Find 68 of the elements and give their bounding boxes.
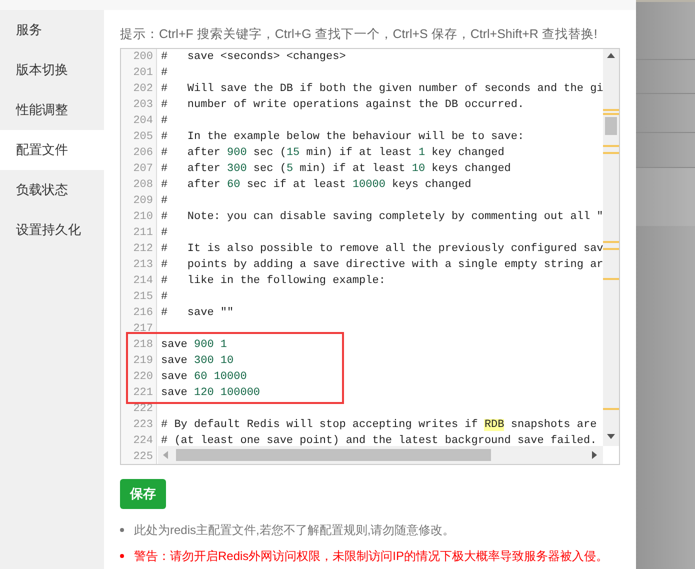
line-number: 207 — [132, 162, 153, 177]
code-line: # after 900 sec (15 min) if at least 1 key changed — [161, 146, 504, 161]
code-line: # By default Redis will stop accepting writes if RDB snapshots are — [161, 418, 597, 433]
bullet-icon — [120, 528, 124, 532]
sidebar-item[interactable]: 负载状态 — [0, 170, 104, 210]
line-number: 205 — [132, 130, 153, 145]
code-line: # Note: you can disable saving completely by commenting out all " — [161, 210, 603, 225]
code-line: save 300 10 — [161, 354, 234, 369]
code-line: # — [161, 194, 168, 209]
right-arrow-icon[interactable] — [592, 451, 597, 459]
code-line: # save <seconds> <changes> — [161, 50, 346, 65]
up-arrow-icon[interactable] — [607, 53, 615, 58]
line-number: 203 — [132, 98, 153, 113]
sidebar-item[interactable]: 性能调整 — [0, 90, 104, 130]
line-number: 215 — [132, 290, 153, 305]
line-number: 220 — [132, 370, 153, 385]
line-number: 219 — [132, 354, 153, 369]
line-number: 221 — [132, 386, 153, 401]
line-number: 213 — [132, 258, 153, 273]
code-line: # number of write operations against the DB occurred. — [161, 98, 524, 113]
line-number: 223 — [132, 418, 153, 433]
scrollbar-thumb[interactable] — [176, 449, 491, 461]
code-line: save 60 10000 — [161, 370, 247, 385]
code-line: # — [161, 114, 168, 129]
line-number: 206 — [132, 146, 153, 161]
code-line: # — [161, 290, 168, 305]
line-number: 214 — [132, 274, 153, 289]
code-line: save 120 100000 — [161, 386, 260, 401]
code-line: # — [161, 66, 168, 81]
code-line: # after 300 sec (5 min) if at least 10 keys changed — [161, 162, 511, 177]
warning-text: 警告：请勿开启Redis外网访问权限，未限制访问IP的情况下极大概率导致服务器被入侵。 — [134, 548, 608, 565]
line-number: 216 — [132, 306, 153, 321]
line-number: 225 — [132, 450, 153, 464]
vertical-scrollbar[interactable] — [603, 49, 619, 446]
horizontal-scrollbar[interactable] — [158, 446, 603, 464]
scrollbar-thumb[interactable] — [605, 117, 617, 135]
left-arrow-icon[interactable] — [163, 451, 168, 459]
line-number: 201 — [132, 66, 153, 81]
code-line: # save "" — [161, 306, 234, 321]
code-line: # — [161, 226, 168, 241]
line-number: 200 — [132, 50, 153, 65]
line-number: 204 — [132, 114, 153, 129]
code-line: # It is also possible to remove all the previously configured sav — [161, 242, 603, 257]
code-line: # like in the following example: — [161, 274, 386, 289]
code-line: # Will save the DB if both the given number of seconds and the gi — [161, 82, 603, 97]
sidebar-item[interactable]: 设置持久化 — [0, 210, 104, 250]
line-number: 217 — [132, 322, 153, 337]
note-text: 此处为redis主配置文件,若您不了解配置规则,请勿随意修改。 — [134, 522, 455, 539]
code-line: # points by adding a save directive with a single empty string ar — [161, 258, 603, 273]
code-line: # In the example below the behaviour will be to save: — [161, 130, 524, 145]
down-arrow-icon[interactable] — [607, 434, 615, 439]
search-match-markers-drawing — [603, 109, 619, 115]
sidebar-item[interactable]: 配置文件 — [0, 130, 104, 170]
line-number: 208 — [132, 178, 153, 193]
line-number: 218 — [132, 338, 153, 353]
line-number: 211 — [132, 226, 153, 241]
hint-text: 提示：Ctrl+F 搜索关键字，Ctrl+G 查找下一个，Ctrl+S 保存，Ctrl+Shift+R 查找替换! — [120, 26, 598, 43]
line-number: 224 — [132, 434, 153, 449]
code-line: # (at least one save point) and the latest background save failed. — [161, 434, 597, 449]
sidebar-item[interactable]: 服务 — [0, 10, 104, 50]
line-number: 212 — [132, 242, 153, 257]
code-line: # after 60 sec if at least 10000 keys changed — [161, 178, 472, 193]
line-number: 209 — [132, 194, 153, 209]
code-line: save 900 1 — [161, 338, 228, 353]
bullet-icon — [120, 554, 124, 558]
sidebar-item[interactable]: 版本切换 — [0, 50, 104, 90]
line-number: 210 — [132, 210, 153, 225]
line-number: 202 — [132, 82, 153, 97]
